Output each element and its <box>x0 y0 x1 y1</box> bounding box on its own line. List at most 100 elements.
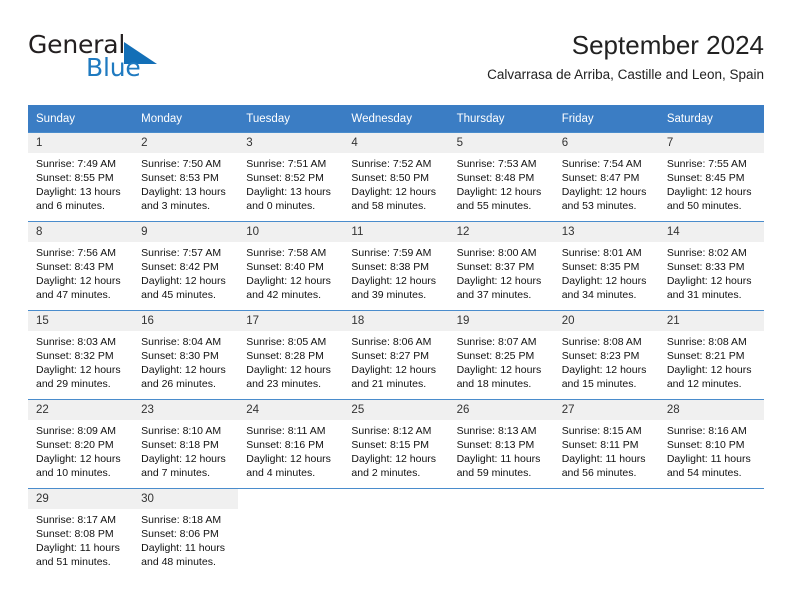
day-sunset-text: Sunset: 8:21 PM <box>666 350 745 362</box>
calendar-day-cell[interactable]: 14 Sunrise: 8:02 AM Sunset: 8:33 PM Dayligh… <box>658 221 764 311</box>
calendar-day-cell[interactable]: 30 Sunrise: 8:18 AM Sunset: 8:06 PM Dayligh… <box>133 488 239 577</box>
day-sunset-text: Sunset: 8:25 PM <box>456 350 535 362</box>
calendar-day-cell[interactable]: 1 Sunrise: 7:49 AM Sunset: 8:55 PM Daylight… <box>28 132 134 222</box>
calendar-week-row: 22 Sunrise: 8:09 AM Sunset: 8:20 PM Dayligh… <box>28 399 764 489</box>
day-daylight2-text: and 7 minutes. <box>141 467 211 479</box>
day-daylight1-text: Daylight: 12 hours <box>351 364 437 376</box>
calendar-day-cell[interactable]: 2 Sunrise: 7:50 AM Sunset: 8:53 PM Daylight… <box>133 132 239 222</box>
day-details: Sunrise: 8:17 AM Sunset: 8:08 PM Daylight:… <box>28 509 133 569</box>
day-daylight2-text: and 37 minutes. <box>456 289 532 301</box>
calendar-day-cell[interactable]: 24 Sunrise: 8:11 AM Sunset: 8:16 PM Dayligh… <box>238 399 344 489</box>
day-daylight1-text: Daylight: 11 hours <box>456 453 541 465</box>
day-number: 5 <box>448 133 554 153</box>
day-daylight1-text: Daylight: 12 hours <box>456 275 542 287</box>
day-sunset-text: Sunset: 8:48 PM <box>456 172 535 184</box>
calendar-day-cell[interactable]: 22 Sunrise: 8:09 AM Sunset: 8:20 PM Dayligh… <box>28 399 134 489</box>
calendar-day-cell[interactable]: 27 Sunrise: 8:15 AM Sunset: 8:11 PM Dayligh… <box>553 399 659 489</box>
calendar-day-cell[interactable]: 3 Sunrise: 7:51 AM Sunset: 8:52 PM Daylight… <box>238 132 344 222</box>
calendar-day-cell[interactable]: 9 Sunrise: 7:57 AM Sunset: 8:42 PM Daylight… <box>133 221 239 311</box>
calendar-day-cell[interactable]: 29 Sunrise: 8:17 AM Sunset: 8:08 PM Dayligh… <box>28 488 134 577</box>
day-daylight1-text: Daylight: 13 hours <box>36 186 121 198</box>
day-details <box>659 509 764 513</box>
calendar-day-cell[interactable]: 11 Sunrise: 7:59 AM Sunset: 8:38 PM Dayligh… <box>343 221 449 311</box>
day-sunrise-text: Sunrise: 8:16 AM <box>666 425 747 437</box>
day-daylight2-text: and 4 minutes. <box>246 467 316 479</box>
day-daylight1-text: Daylight: 12 hours <box>351 453 437 465</box>
day-number: 27 <box>553 400 659 420</box>
day-daylight1-text: Daylight: 12 hours <box>141 364 226 376</box>
day-number: 20 <box>553 311 659 331</box>
day-daylight1-text: Daylight: 12 hours <box>561 186 647 198</box>
day-number: 19 <box>448 311 554 331</box>
calendar-day-cell[interactable]: 12 Sunrise: 8:00 AM Sunset: 8:37 PM Dayligh… <box>448 221 554 311</box>
calendar-day-cell[interactable]: 5 Sunrise: 7:53 AM Sunset: 8:48 PM Daylight… <box>448 132 554 222</box>
day-daylight2-text: and 58 minutes. <box>351 200 427 212</box>
calendar-day-cell[interactable]: 4 Sunrise: 7:52 AM Sunset: 8:50 PM Daylight… <box>343 132 449 222</box>
day-details: Sunrise: 7:49 AM Sunset: 8:55 PM Daylight:… <box>28 153 133 213</box>
day-details: Sunrise: 7:52 AM Sunset: 8:50 PM Daylight:… <box>343 153 448 213</box>
calendar-day-cell[interactable]: 25 Sunrise: 8:12 AM Sunset: 8:15 PM Dayligh… <box>343 399 449 489</box>
calendar-day-cell[interactable]: 23 Sunrise: 8:10 AM Sunset: 8:18 PM Dayligh… <box>133 399 239 489</box>
day-number: 10 <box>238 222 344 242</box>
calendar-day-cell[interactable]: 28 Sunrise: 8:16 AM Sunset: 8:10 PM Dayligh… <box>658 399 764 489</box>
day-details: Sunrise: 8:08 AM Sunset: 8:21 PM Daylight:… <box>659 331 764 391</box>
day-number: 25 <box>343 400 449 420</box>
day-daylight2-text: and 39 minutes. <box>351 289 427 301</box>
day-sunrise-text: Sunrise: 8:00 AM <box>456 247 537 259</box>
day-sunrise-text: Sunrise: 7:49 AM <box>36 158 116 170</box>
day-sunset-text: Sunset: 8:28 PM <box>246 350 324 362</box>
day-daylight1-text: Daylight: 12 hours <box>666 186 752 198</box>
calendar-body: 1 Sunrise: 7:49 AM Sunset: 8:55 PM Daylight… <box>28 132 764 577</box>
day-details <box>449 509 554 513</box>
calendar-day-cell[interactable]: 17 Sunrise: 8:05 AM Sunset: 8:28 PM Dayligh… <box>238 310 344 400</box>
day-number: 22 <box>28 400 134 420</box>
calendar-day-cell[interactable]: 18 Sunrise: 8:06 AM Sunset: 8:27 PM Dayligh… <box>343 310 449 400</box>
day-sunrise-text: Sunrise: 8:17 AM <box>36 514 116 526</box>
day-details: Sunrise: 8:00 AM Sunset: 8:37 PM Daylight:… <box>449 242 554 302</box>
day-daylight1-text: Daylight: 12 hours <box>561 364 647 376</box>
day-daylight2-text: and 12 minutes. <box>666 378 742 390</box>
day-details <box>343 509 448 513</box>
day-sunrise-text: Sunrise: 8:08 AM <box>561 336 642 348</box>
calendar-week-row: 29 Sunrise: 8:17 AM Sunset: 8:08 PM Dayligh… <box>28 488 764 577</box>
day-daylight1-text: Daylight: 11 hours <box>666 453 751 465</box>
day-sunrise-text: Sunrise: 8:13 AM <box>456 425 537 437</box>
day-sunset-text: Sunset: 8:11 PM <box>561 439 639 451</box>
day-number: 14 <box>658 222 764 242</box>
day-daylight2-text: and 53 minutes. <box>561 200 637 212</box>
day-daylight1-text: Daylight: 12 hours <box>246 453 331 465</box>
day-sunrise-text: Sunrise: 8:06 AM <box>351 336 432 348</box>
day-daylight2-text: and 2 minutes. <box>351 467 421 479</box>
day-daylight1-text: Daylight: 11 hours <box>36 542 120 554</box>
calendar-day-cell[interactable]: 15 Sunrise: 8:03 AM Sunset: 8:32 PM Dayligh… <box>28 310 134 400</box>
calendar-day-cell-empty <box>238 488 344 577</box>
day-sunrise-text: Sunrise: 7:56 AM <box>36 247 116 259</box>
calendar-day-cell[interactable]: 10 Sunrise: 7:58 AM Sunset: 8:40 PM Dayligh… <box>238 221 344 311</box>
day-sunset-text: Sunset: 8:20 PM <box>36 439 114 451</box>
calendar-week-row: 8 Sunrise: 7:56 AM Sunset: 8:43 PM Daylight… <box>28 221 764 311</box>
day-number: 21 <box>658 311 764 331</box>
calendar-day-cell-empty <box>343 488 449 577</box>
day-sunrise-text: Sunrise: 8:08 AM <box>666 336 747 348</box>
day-daylight2-text: and 29 minutes. <box>36 378 111 390</box>
calendar-day-cell[interactable]: 19 Sunrise: 8:07 AM Sunset: 8:25 PM Dayligh… <box>448 310 554 400</box>
calendar-day-cell[interactable]: 6 Sunrise: 7:54 AM Sunset: 8:47 PM Daylight… <box>553 132 659 222</box>
calendar-day-cell[interactable]: 16 Sunrise: 8:04 AM Sunset: 8:30 PM Dayligh… <box>133 310 239 400</box>
day-daylight2-text: and 26 minutes. <box>141 378 216 390</box>
day-details: Sunrise: 8:04 AM Sunset: 8:30 PM Daylight:… <box>133 331 238 391</box>
day-daylight2-text: and 48 minutes. <box>141 556 216 568</box>
calendar-day-cell[interactable]: 8 Sunrise: 7:56 AM Sunset: 8:43 PM Daylight… <box>28 221 134 311</box>
day-sunset-text: Sunset: 8:18 PM <box>141 439 219 451</box>
day-daylight2-text: and 59 minutes. <box>456 467 532 479</box>
day-daylight2-text: and 34 minutes. <box>561 289 637 301</box>
day-sunset-text: Sunset: 8:16 PM <box>246 439 324 451</box>
calendar-day-cell[interactable]: 26 Sunrise: 8:13 AM Sunset: 8:13 PM Dayligh… <box>448 399 554 489</box>
calendar-day-cell[interactable]: 21 Sunrise: 8:08 AM Sunset: 8:21 PM Dayligh… <box>658 310 764 400</box>
calendar-day-cell[interactable]: 13 Sunrise: 8:01 AM Sunset: 8:35 PM Dayligh… <box>553 221 659 311</box>
calendar-header-row: Sunday Monday Tuesday Wednesday Thursday… <box>28 105 764 133</box>
day-daylight2-text: and 51 minutes. <box>36 556 111 568</box>
day-number: 4 <box>343 133 449 153</box>
page-subtitle: Calvarrasa de Arriba, Castille and Leon,… <box>487 67 764 82</box>
calendar-day-cell[interactable]: 7 Sunrise: 7:55 AM Sunset: 8:45 PM Daylight… <box>658 132 764 222</box>
calendar-day-cell[interactable]: 20 Sunrise: 8:08 AM Sunset: 8:23 PM Dayligh… <box>553 310 659 400</box>
